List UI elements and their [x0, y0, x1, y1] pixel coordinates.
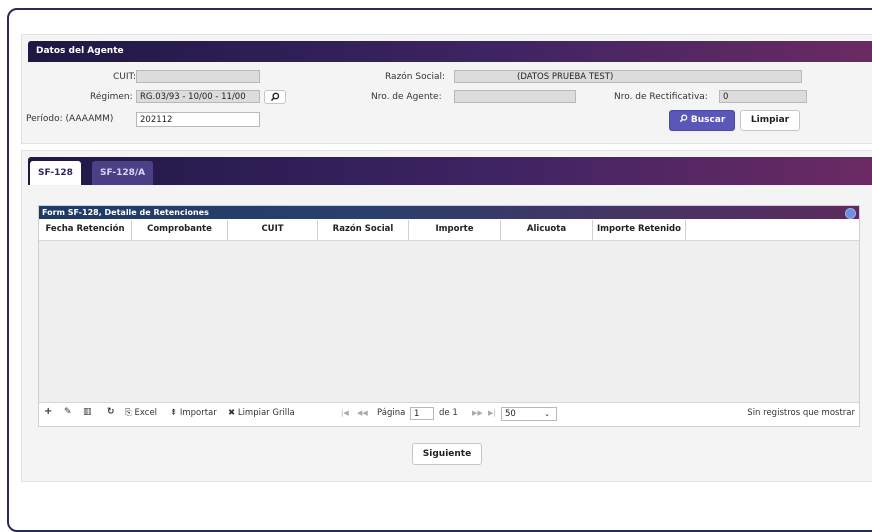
cuit-label: CUIT:: [113, 72, 137, 82]
buscar-label: Buscar: [690, 115, 726, 125]
column-header-razon-social[interactable]: Razón Social: [318, 220, 409, 240]
grid-status-text: Sin registros que mostrar: [747, 408, 855, 418]
tabs-panel: SF-128 SF-128/A Form SF-128, Detalle de …: [21, 150, 872, 482]
chevron-down-icon: ⌄: [544, 410, 550, 418]
excel-icon: ⎘: [125, 408, 132, 418]
nro-rectificativa-field[interactable]: 0: [719, 90, 807, 103]
refresh-icon[interactable]: ↻: [107, 407, 115, 417]
agent-panel-title: Datos del Agente: [28, 41, 872, 62]
collapse-icon[interactable]: [845, 208, 856, 219]
importar-button[interactable]: ⇞ Importar: [170, 408, 217, 418]
pagina-label: Página: [377, 408, 406, 418]
cuit-field[interactable]: [136, 70, 260, 83]
grid-title: Form SF-128, Detalle de Retenciones: [39, 206, 859, 219]
periodo-label: Período: (AAAAMM): [26, 114, 114, 124]
last-page-icon[interactable]: ▶|: [488, 409, 496, 417]
prev-page-icon[interactable]: ◀◀: [357, 409, 368, 417]
nro-rectificativa-label: Nro. de Rectificativa:: [614, 92, 708, 102]
regimen-label: Régimen:: [90, 92, 133, 102]
regimen-search-button[interactable]: [264, 90, 286, 104]
app-frame: Datos del Agente CUIT: Régimen: RG.03/93…: [7, 8, 872, 532]
tabs-bar: SF-128 SF-128/A: [28, 157, 872, 185]
buscar-button[interactable]: Buscar: [669, 110, 735, 131]
next-page-icon[interactable]: ▶▶: [472, 409, 483, 417]
column-header-fecha[interactable]: Fecha Retención: [39, 220, 132, 240]
importar-label: Importar: [179, 408, 217, 418]
agent-panel: Datos del Agente CUIT: Régimen: RG.03/93…: [21, 34, 872, 144]
pencil-icon[interactable]: ✎: [64, 407, 72, 417]
column-header-comprobante[interactable]: Comprobante: [132, 220, 228, 240]
limpiar-grilla-button[interactable]: ✖ Limpiar Grilla: [228, 408, 295, 418]
search-icon: [270, 92, 280, 102]
excel-button[interactable]: ⎘ Excel: [125, 408, 157, 418]
page-size-select[interactable]: 50 ⌄: [501, 407, 557, 421]
excel-label: Excel: [134, 408, 158, 418]
nro-agente-field[interactable]: [454, 90, 576, 103]
siguiente-button[interactable]: Siguiente: [412, 443, 482, 465]
upload-icon: ⇞: [170, 408, 178, 418]
first-page-icon[interactable]: |◀: [341, 409, 349, 417]
periodo-field[interactable]: 202112: [136, 112, 260, 127]
grid-pager: + ✎ ▥ ↻ ⎘ Excel ⇞ Importar ✖ Limpiar Gri…: [39, 402, 859, 425]
tab-sf-128a[interactable]: SF-128/A: [92, 161, 154, 185]
razon-social-label: Razón Social:: [385, 72, 446, 82]
page-size-value: 50: [505, 409, 516, 419]
retenciones-grid: Form SF-128, Detalle de Retenciones Fech…: [38, 205, 860, 427]
regimen-field[interactable]: RG.03/93 - 10/00 - 11/00: [136, 90, 260, 103]
search-icon: [679, 114, 687, 123]
limpiar-button[interactable]: Limpiar: [740, 110, 800, 131]
column-header-alicuota[interactable]: Alicuota: [501, 220, 593, 240]
page-input[interactable]: 1: [410, 407, 434, 420]
column-header-cuit[interactable]: CUIT: [228, 220, 318, 240]
trash-icon[interactable]: ▥: [83, 407, 92, 417]
razon-social-value: (DATOS PRUEBA TEST): [517, 72, 614, 82]
plus-icon[interactable]: +: [44, 406, 52, 417]
column-header-importe[interactable]: Importe: [409, 220, 501, 240]
grid-body: [39, 240, 859, 403]
column-header-importe-retenido[interactable]: Importe Retenido: [593, 220, 686, 240]
close-icon: ✖: [228, 408, 236, 418]
nro-agente-label: Nro. de Agente:: [371, 92, 442, 102]
limpiar-grilla-label: Limpiar Grilla: [237, 408, 295, 418]
tab-sf-128[interactable]: SF-128: [30, 161, 81, 185]
razon-social-field[interactable]: (DATOS PRUEBA TEST): [454, 70, 802, 83]
page-total-label: de 1: [439, 408, 458, 418]
